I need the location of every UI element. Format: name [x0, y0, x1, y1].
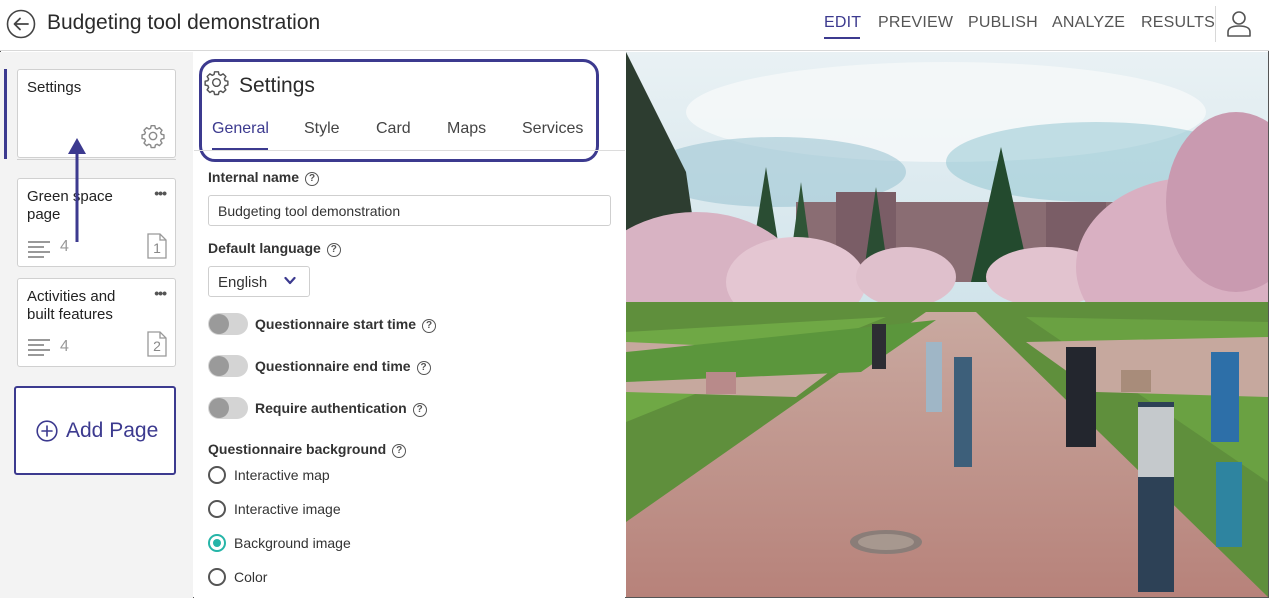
- help-icon[interactable]: ?: [416, 361, 431, 375]
- nav-preview[interactable]: PREVIEW: [878, 14, 953, 32]
- page-card-settings[interactable]: Settings: [17, 69, 176, 158]
- help-icon[interactable]: ?: [305, 172, 320, 186]
- radio-interactive-map[interactable]: [208, 466, 226, 484]
- more-options-icon[interactable]: •••: [154, 185, 167, 201]
- plus-circle-icon: [36, 420, 58, 442]
- radio-background-image[interactable]: [208, 534, 226, 552]
- lines-icon: [28, 339, 50, 356]
- page-number: 2: [153, 338, 161, 354]
- header-divider: [1215, 6, 1216, 42]
- page-card-green-space[interactable]: Green space page ••• 4 1: [17, 178, 176, 267]
- tab-services[interactable]: Services: [522, 120, 583, 138]
- internal-name-input[interactable]: [208, 195, 611, 226]
- default-language-value: English: [218, 274, 268, 291]
- tab-style[interactable]: Style: [304, 120, 340, 138]
- tab-maps[interactable]: Maps: [447, 120, 486, 138]
- radio-label-interactive-image: Interactive image: [234, 501, 341, 517]
- tab-general[interactable]: General: [212, 120, 269, 138]
- require-auth-toggle[interactable]: [208, 397, 248, 419]
- nav-edit[interactable]: EDIT: [824, 14, 861, 32]
- page-card-activities[interactable]: Activities and built features ••• 4 2: [17, 278, 176, 367]
- gear-icon: [204, 71, 229, 96]
- toggle-knob: [209, 398, 229, 418]
- nav-publish[interactable]: PUBLISH: [968, 14, 1038, 32]
- chevron-down-icon: [284, 276, 296, 285]
- settings-title: Settings: [239, 74, 315, 97]
- radio-color[interactable]: [208, 568, 226, 586]
- question-count: 4: [60, 338, 69, 355]
- default-language-select[interactable]: English: [208, 266, 310, 297]
- default-language-label: Default language?: [208, 240, 341, 257]
- toggle-knob: [209, 356, 229, 376]
- end-time-label: Questionnaire end time?: [255, 358, 431, 375]
- user-icon[interactable]: [1226, 10, 1252, 38]
- gear-icon[interactable]: [140, 123, 166, 149]
- help-icon[interactable]: ?: [392, 444, 407, 458]
- end-time-toggle[interactable]: [208, 355, 248, 377]
- back-arrow-icon[interactable]: [6, 9, 36, 39]
- toggle-knob: [209, 314, 229, 334]
- tab-card[interactable]: Card: [376, 120, 411, 138]
- page-number: 1: [153, 240, 161, 256]
- page-title: Budgeting tool demonstration: [47, 11, 321, 34]
- internal-name-label: Internal name?: [208, 169, 320, 186]
- add-page-label: Add Page: [66, 419, 159, 442]
- questionnaire-background-label: Questionnaire background?: [208, 441, 407, 458]
- background-image-preview: [626, 52, 1268, 597]
- help-icon[interactable]: ?: [422, 319, 437, 333]
- require-auth-label: Require authentication?: [255, 400, 427, 417]
- nav-results[interactable]: RESULTS: [1141, 14, 1215, 32]
- active-page-indicator: [4, 69, 7, 159]
- page-card-title: Settings: [27, 79, 82, 96]
- sidebar-divider: [17, 159, 176, 160]
- tab-divider: [194, 150, 625, 151]
- lines-icon: [28, 241, 50, 258]
- radio-label-color: Color: [234, 569, 268, 585]
- help-icon[interactable]: ?: [412, 403, 427, 417]
- radio-label-background-image: Background image: [234, 535, 351, 551]
- top-header: Budgeting tool demonstration EDIT PREVIE…: [0, 0, 1269, 51]
- more-options-icon[interactable]: •••: [154, 285, 167, 301]
- add-page-button[interactable]: Add Page: [14, 386, 176, 475]
- page-card-title: Activities and built features: [27, 288, 116, 323]
- up-arrow-annotation: [68, 138, 86, 242]
- page-number-icon: 2: [147, 331, 167, 357]
- start-time-label: Questionnaire start time?: [255, 316, 437, 333]
- page-sidebar: Settings Green space page ••• 4 1 Activi…: [0, 52, 193, 598]
- nav-active-underline: [824, 37, 860, 39]
- radio-interactive-image[interactable]: [208, 500, 226, 518]
- start-time-toggle[interactable]: [208, 313, 248, 335]
- settings-panel: Settings General Style Card Maps Service…: [194, 52, 625, 598]
- page-number-icon: 1: [147, 233, 167, 259]
- nav-analyze[interactable]: ANALYZE: [1052, 14, 1125, 32]
- radio-label-interactive-map: Interactive map: [234, 467, 330, 483]
- help-icon[interactable]: ?: [326, 243, 341, 257]
